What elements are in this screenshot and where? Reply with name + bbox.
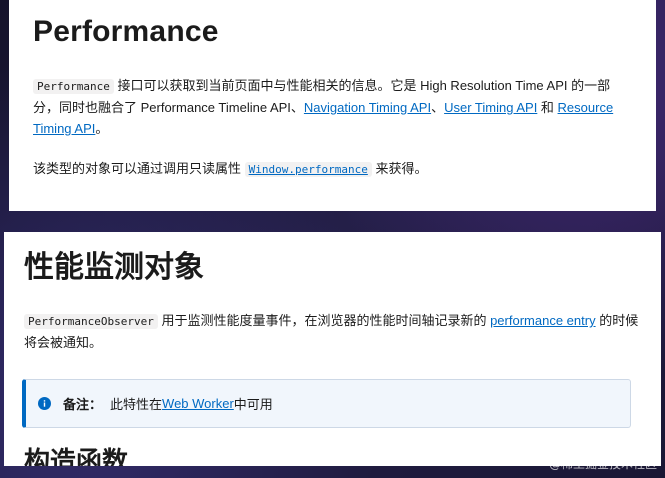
note-label: 备注： [63, 397, 103, 412]
description-text-4: 。 [95, 121, 109, 136]
window-text-2: 来获得。 [371, 161, 428, 176]
note-text-1: 此特性在 [110, 397, 163, 412]
link-web-worker[interactable]: Web Worker [162, 396, 234, 411]
observer-text-1: 用于监测性能度量事件，在浏览器的性能时间轴记录新的 [157, 313, 491, 328]
note-text-2: 中可用 [233, 397, 273, 412]
section-heading-observer: 性能监测对象 [24, 251, 204, 284]
note-callout: 备注： 此特性在 Web Worker 中可用 [22, 379, 631, 428]
window-performance-description: 该类型的对象可以通过调用只读属性 Window.performance 来获得。 [33, 158, 632, 180]
code-performance: Performance [33, 79, 114, 94]
window-text-1: 该类型的对象可以通过调用只读属性 [33, 161, 245, 176]
code-performance-observer: PerformanceObserver [24, 314, 158, 329]
info-icon [38, 397, 51, 410]
link-user-timing-api[interactable]: User Timing API [444, 100, 537, 115]
description-text-2: 、 [431, 100, 445, 115]
watermark: @稀土掘金技术社区 [548, 457, 657, 471]
link-window-performance[interactable]: Window.performance [244, 162, 372, 177]
observer-description: PerformanceObserver 用于监测性能度量事件，在浏览器的性能时间… [22, 310, 643, 353]
link-performance-entry[interactable]: performance entry [490, 313, 596, 328]
performance-description: Performance 接口可以获取到当前页面中与性能相关的信息。它是 High… [33, 75, 632, 139]
bottom-content-panel: 性能监测对象 PerformanceObserver 用于监测性能度量事件，在浏… [4, 232, 661, 466]
top-content-panel: Performance Performance 接口可以获取到当前页面中与性能相… [9, 0, 656, 211]
link-navigation-timing-api[interactable]: Navigation Timing API [304, 100, 431, 115]
description-text-3: 和 [537, 100, 558, 115]
page-title: Performance [33, 15, 219, 48]
